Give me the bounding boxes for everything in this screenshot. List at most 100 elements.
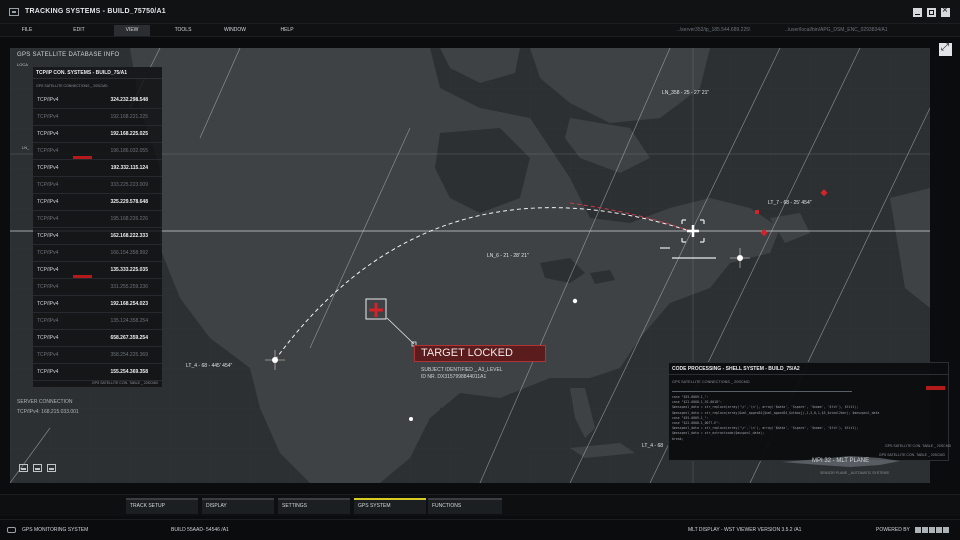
target-details: SUBJECT IDENTIFIED _ A3_LEVEL ID NR. DX3… bbox=[421, 367, 503, 381]
connection-ip: 192.168.221.225 bbox=[110, 114, 148, 120]
close-button[interactable] bbox=[941, 5, 950, 17]
connection-ip: 325.229.578.648 bbox=[110, 199, 148, 205]
connection-protocol: TCP/IPv4 bbox=[37, 335, 59, 341]
local-path: ../user/local/bin/APG_DSM_ENC_0293834/A1 bbox=[785, 27, 888, 33]
menu-edit[interactable]: EDIT bbox=[64, 25, 94, 36]
server-connection-ip: TCP/IPv4: 168.215.033.001 bbox=[17, 409, 79, 415]
menu-file[interactable]: FILE bbox=[14, 25, 40, 36]
connections-panel-footer: GPS SATELLITE CON. TABLE _ 20SCMD bbox=[91, 381, 158, 385]
maximize-button[interactable] bbox=[927, 8, 936, 17]
tab-track-setup[interactable]: TRACK SETUP bbox=[126, 498, 198, 514]
connection-ip: 196.186.032.055 bbox=[110, 148, 148, 154]
connection-row[interactable]: TCP/IPv4 658.267.359.254 bbox=[33, 330, 162, 347]
view-mode-icons bbox=[19, 464, 56, 472]
brand-logo bbox=[915, 527, 949, 533]
connection-row[interactable]: TCP/IPv4 192.168.225.025 bbox=[33, 126, 162, 143]
connection-row[interactable]: TCP/IPv4 196.186.032.055 bbox=[33, 143, 162, 160]
connection-ip: 324.232.298.548 bbox=[110, 97, 148, 103]
database-title: GPS SATELLITE DATABASE INFO bbox=[17, 52, 120, 58]
status-build: BUILD 55AAD- 54546 /A1 bbox=[171, 527, 229, 533]
server-connection-label: SERVER CONNECTION bbox=[17, 399, 73, 405]
status-app-name: GPS MONITORING SYSTEM bbox=[22, 527, 89, 533]
connection-protocol: TCP/IPv4 bbox=[37, 352, 59, 358]
connection-protocol: TCP/IPv4 bbox=[37, 165, 59, 171]
connection-protocol: TCP/IPv4 bbox=[37, 97, 59, 103]
connection-row[interactable]: TCP/IPv4 331.255.259.236 bbox=[33, 279, 162, 296]
window-controls bbox=[913, 5, 950, 17]
coord-label-ln358: LN_358 - 25 - 27' 21" bbox=[662, 90, 710, 96]
connection-row[interactable]: TCP/IPv4 192.168.221.225 bbox=[33, 109, 162, 126]
status-display-version: MLT DISPLAY - WST VIEWER VERSION 3.5.2 /… bbox=[688, 527, 802, 533]
connection-ip: 135.333.225.035 bbox=[110, 267, 148, 273]
faded-loc-label: LOCA bbox=[17, 62, 28, 67]
title-bar: TRACKING SYSTEMS - BUILD_75750/A1 bbox=[0, 0, 960, 24]
code-divider bbox=[672, 391, 852, 392]
connection-ip: 166.154.358.992 bbox=[110, 250, 148, 256]
connection-ip: 162.168.222.333 bbox=[110, 233, 148, 239]
connections-panel-title: TCP/IP CON. SYSTEMS - BUILD_75/A1 bbox=[33, 67, 162, 79]
connection-row[interactable]: TCP/IPv4 135.124.358.254 bbox=[33, 313, 162, 330]
connection-row[interactable]: TCP/IPv4 162.168.222.333 bbox=[33, 228, 162, 245]
connection-ip: 358.254.225.369 bbox=[110, 352, 148, 358]
plane-label: MPI 32 - MLT PLANE bbox=[812, 458, 870, 464]
status-powered-by: POWERED BY bbox=[876, 527, 910, 533]
connection-row[interactable]: TCP/IPv4 155.254.369.358 bbox=[33, 364, 162, 381]
code-panel-subtitle: GPS SATELLITE CONNECTIONS _ 20SCMD bbox=[672, 380, 750, 384]
connection-protocol: TCP/IPv4 bbox=[37, 284, 59, 290]
connection-row[interactable]: TCP/IPv4 166.154.358.992 bbox=[33, 245, 162, 262]
connection-ip: 331.255.259.236 bbox=[110, 284, 148, 290]
connections-panel: TCP/IP CON. SYSTEMS - BUILD_75/A1 GPS SA… bbox=[33, 67, 162, 387]
coord-label-lt4b: LT_4 - 68 bbox=[642, 443, 664, 449]
connection-row[interactable]: TCP/IPv4 192.332.115.124 bbox=[33, 160, 162, 177]
connection-row[interactable]: TCP/IPv4 325.229.578.648 bbox=[33, 194, 162, 211]
faded-ln-label: LN_ bbox=[22, 145, 30, 150]
view-grid-icon[interactable] bbox=[47, 464, 56, 472]
menu-help[interactable]: HELP bbox=[272, 25, 302, 36]
connection-alert-flag bbox=[73, 275, 92, 278]
view-split-icon[interactable] bbox=[33, 464, 42, 472]
connection-row[interactable]: TCP/IPv4 358.254.225.369 bbox=[33, 347, 162, 364]
tab-display[interactable]: DISPLAY bbox=[202, 498, 274, 514]
coord-label-lt7: LT_7 - 68 - 25' 454" bbox=[768, 200, 812, 206]
connection-ip: 155.254.369.358 bbox=[110, 369, 148, 375]
coord-label-ln6: LN_6 - 21 - 28' 21" bbox=[487, 253, 529, 259]
connections-list: TCP/IPv4 324.232.298.548 TCP/IPv4 192.168.2… bbox=[33, 92, 162, 381]
tab-functions[interactable]: FUNCTIONS bbox=[428, 498, 502, 514]
menu-tools[interactable]: TOOLS bbox=[166, 25, 200, 36]
tab-gps-system[interactable]: GPS SYSTEM bbox=[354, 498, 426, 514]
connection-ip: 192.332.115.124 bbox=[110, 165, 148, 171]
connection-protocol: TCP/IPv4 bbox=[37, 369, 59, 375]
connections-panel-subtitle: GPS SATELLITE CONNECTIONS _ 20SCMD bbox=[36, 84, 108, 88]
connection-protocol: TCP/IPv4 bbox=[37, 301, 59, 307]
connection-row[interactable]: TCP/IPv4 192.168.254.023 bbox=[33, 296, 162, 313]
menu-window[interactable]: WINDOW bbox=[218, 25, 252, 36]
connection-protocol: TCP/IPv4 bbox=[37, 114, 59, 120]
view-single-icon[interactable] bbox=[19, 464, 28, 472]
menu-view[interactable]: VIEW bbox=[114, 25, 150, 36]
code-line: break; bbox=[672, 436, 684, 441]
plane-sublabel: SENSOR PLANE _ AUTOMATIC SYSTEMS bbox=[820, 471, 889, 475]
tab-settings[interactable]: SETTINGS bbox=[278, 498, 350, 514]
expand-button[interactable] bbox=[939, 42, 952, 56]
connection-protocol: TCP/IPv4 bbox=[37, 318, 59, 324]
code-alert-flag bbox=[926, 386, 945, 390]
code-line: $mesxpexl_data = str_replace(array('\r',… bbox=[672, 405, 859, 410]
bottom-tab-bar: TRACK SETUP DISPLAY SETTINGS GPS SYSTEM … bbox=[0, 494, 960, 516]
plane-table-label: GPS SATELLITE CON. TABLE _ 20SCMD bbox=[885, 444, 952, 448]
connection-row[interactable]: TCP/IPv4 333.225.223.009 bbox=[33, 177, 162, 194]
connection-ip: 192.168.225.025 bbox=[110, 131, 148, 137]
connection-row[interactable]: TCP/IPv4 195.168.226.226 bbox=[33, 211, 162, 228]
connection-alert-flag bbox=[73, 156, 92, 159]
status-bar: GPS MONITORING SYSTEM BUILD 55AAD- 54546… bbox=[0, 519, 960, 540]
minimize-button[interactable] bbox=[913, 8, 922, 17]
connection-ip: 658.267.359.254 bbox=[110, 335, 148, 341]
connection-protocol: TCP/IPv4 bbox=[37, 250, 59, 256]
code-panel-title: CODE PROCESSING - SHELL SYSTEM - BUILD_7… bbox=[669, 363, 948, 375]
connection-row[interactable]: TCP/IPv4 324.232.298.548 bbox=[33, 92, 162, 109]
connection-protocol: TCP/IPv4 bbox=[37, 233, 59, 239]
target-id: ID NR. DX3157998844011A1 bbox=[421, 374, 487, 380]
connection-row[interactable]: TCP/IPv4 135.333.225.035 bbox=[33, 262, 162, 279]
menu-bar: FILE EDIT VIEW TOOLS WINDOW HELP ../serv… bbox=[0, 24, 960, 37]
app-icon bbox=[9, 7, 19, 16]
connection-ip: 195.168.226.226 bbox=[110, 216, 148, 222]
